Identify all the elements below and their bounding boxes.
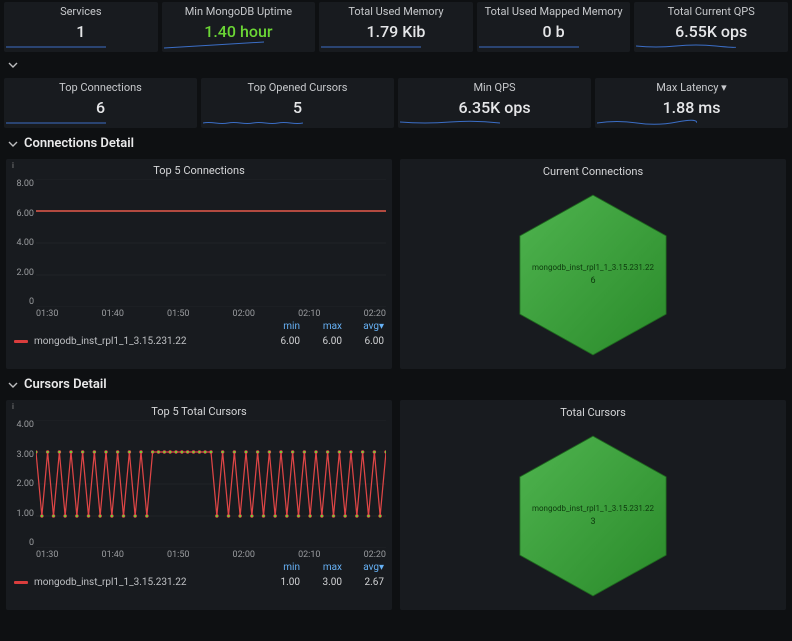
hex-label: mongodb_inst_rpl1_1_3.15.231.22: [532, 263, 654, 272]
sparkline: [6, 38, 106, 50]
panel-top5-connections[interactable]: i Top 5 Connections 8.006.004.002.000 01…: [6, 159, 392, 369]
legend-series-name: mongodb_inst_rpl1_1_3.15.231.22: [34, 577, 187, 588]
hex-value: 6: [590, 276, 595, 286]
legend-series-name: mongodb_inst_rpl1_1_3.15.231.22: [34, 336, 187, 347]
legend-stats-values: 6.006.006.00: [272, 336, 384, 347]
stat-title: Top Connections: [4, 78, 197, 94]
stat-title: Total Current QPS: [634, 2, 788, 18]
sparkline: [203, 114, 303, 126]
hexagon[interactable]: mongodb_inst_rpl1_1_3.15.231.22 3: [508, 431, 678, 601]
collapsed-section[interactable]: [0, 54, 792, 76]
graph-title: Top 5 Total Cursors: [6, 400, 392, 420]
sparkline: [6, 114, 106, 126]
chevron-down-icon: [8, 139, 18, 149]
stat-row-1: Services 1 Min MongoDB Uptime 1.40 hour …: [0, 0, 792, 54]
graph-title: Top 5 Connections: [6, 159, 392, 179]
stat-title: Services: [4, 2, 158, 18]
sparkline: [400, 114, 500, 126]
stat-row-2: Top Connections 6 Top Opened Cursors 5 M…: [0, 76, 792, 130]
section-cursors-detail[interactable]: Cursors Detail: [0, 371, 792, 398]
hex-label: mongodb_inst_rpl1_1_3.15.231.22: [532, 504, 654, 513]
connections-content-row: i Top 5 Connections 8.006.004.002.000 01…: [0, 157, 792, 371]
hexagon[interactable]: mongodb_inst_rpl1_1_3.15.231.22 6: [508, 190, 678, 360]
plot-area: 4.003.002.001.000: [36, 420, 386, 548]
x-axis-labels: 01:3001:4001:5002:0002:1002:20: [36, 309, 386, 319]
legend-stats-values: 1.003.002.67: [272, 577, 384, 588]
chart-svg: [36, 420, 386, 548]
y-axis-labels: 4.003.002.001.000: [10, 420, 34, 548]
hex-value: 3: [590, 517, 595, 527]
sparkline: [636, 38, 736, 50]
chevron-down-icon: [8, 60, 18, 70]
legend-row[interactable]: mongodb_inst_rpl1_1_3.15.231.22 6.006.00…: [6, 332, 392, 353]
panel-services[interactable]: Services 1: [4, 2, 158, 52]
panel-min-qps[interactable]: Min QPS 6.35K ops: [398, 78, 591, 128]
panel-min-uptime[interactable]: Min MongoDB Uptime 1.40 hour: [162, 2, 316, 52]
legend-swatch: [14, 581, 28, 584]
panel-current-connections[interactable]: Current Connections mongodb_inst_rpl1_1_…: [400, 159, 786, 369]
stat-title: Total Used Mapped Memory: [477, 2, 631, 18]
sparkline: [164, 38, 264, 50]
stat-title: Total Used Memory: [319, 2, 473, 18]
legend-swatch: [14, 340, 28, 343]
cursors-content-row: i Top 5 Total Cursors 4.003.002.001.000 …: [0, 398, 792, 612]
sparkline: [321, 38, 421, 50]
section-title: Cursors Detail: [24, 377, 107, 392]
stat-title: Top Opened Cursors: [201, 78, 394, 94]
legend-row[interactable]: mongodb_inst_rpl1_1_3.15.231.22 1.003.00…: [6, 573, 392, 594]
plot-area: 8.006.004.002.000: [36, 179, 386, 307]
chevron-down-icon: [8, 380, 18, 390]
info-icon[interactable]: i: [8, 402, 18, 412]
section-title: Connections Detail: [24, 136, 134, 151]
info-icon[interactable]: i: [8, 161, 18, 171]
hex-title: Current Connections: [543, 159, 643, 180]
y-axis-labels: 8.006.004.002.000: [10, 179, 34, 307]
panel-top5-cursors[interactable]: i Top 5 Total Cursors 4.003.002.001.000 …: [6, 400, 392, 610]
stat-title: Max Latency ▾: [595, 78, 788, 94]
panel-used-memory[interactable]: Total Used Memory 1.79 Kib: [319, 2, 473, 52]
section-connections-detail[interactable]: Connections Detail: [0, 130, 792, 157]
panel-current-qps[interactable]: Total Current QPS 6.55K ops: [634, 2, 788, 52]
panel-mapped-memory[interactable]: Total Used Mapped Memory 0 b: [477, 2, 631, 52]
hex-title: Total Cursors: [560, 400, 626, 421]
legend-stats-header: minmaxavg▾: [6, 319, 392, 332]
sparkline: [479, 38, 579, 50]
sparkline: [597, 114, 697, 126]
stat-title: Min MongoDB Uptime: [162, 2, 316, 18]
legend-stats-header: minmaxavg▾: [6, 560, 392, 573]
stat-title: Min QPS: [398, 78, 591, 94]
chart-svg: [36, 179, 386, 307]
panel-max-latency[interactable]: Max Latency ▾ 1.88 ms: [595, 78, 788, 128]
panel-top-cursors[interactable]: Top Opened Cursors 5: [201, 78, 394, 128]
panel-top-connections[interactable]: Top Connections 6: [4, 78, 197, 128]
x-axis-labels: 01:3001:4001:5002:0002:1002:20: [36, 550, 386, 560]
panel-total-cursors[interactable]: Total Cursors mongodb_inst_rpl1_1_3.15.2…: [400, 400, 786, 610]
